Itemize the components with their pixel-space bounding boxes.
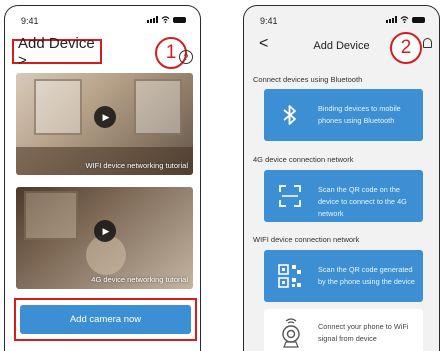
status-time: 9:41 [260,16,278,26]
wifi-connect-card[interactable]: Connect your phone to WiFi signal from d… [264,309,423,351]
add-device-title[interactable]: Add Device > [12,35,102,69]
4g-tutorial-video[interactable]: ▶ 4G device networking tutorial [16,187,193,289]
section-heading-bluetooth: Connect devices using Bluetooth [253,75,363,84]
wifi-tutorial-video[interactable]: ▶ WIFI device networking tutorial [16,73,193,175]
video-caption: WIFI device networking tutorial [85,161,188,170]
wifi-icon [161,16,170,23]
add-camera-highlight: Add camera now [14,298,197,341]
card-text: Binding devices to mobile phones using B… [318,104,401,125]
status-time: 9:41 [21,16,39,26]
signal-icon [147,16,158,23]
window-image [34,79,82,135]
battery-icon [412,16,425,23]
window-image [134,79,182,135]
help-icon[interactable]: ? [179,50,193,64]
window-image [24,191,78,240]
video-caption: 4G device networking tutorial [91,275,188,284]
battery-icon [173,16,186,23]
phone-screen-device-list: 9:41 < Add Device 2 Connect devices usin… [243,5,440,351]
bluetooth-icon [283,105,296,125]
qr-code-icon [278,264,301,288]
card-text: Scan the QR code on the device to connec… [318,185,407,218]
wifi-qr-card[interactable]: Scan the QR code generated by the phone … [264,250,423,302]
bluetooth-binding-card[interactable]: Binding devices to mobile phones using B… [264,89,423,141]
scan-icon [279,185,301,207]
status-bar: 9:41 [5,6,200,32]
bell-icon[interactable] [423,38,432,48]
signal-icon [386,16,397,23]
status-bar: 9:41 [244,6,439,32]
play-icon[interactable]: ▶ [94,220,116,242]
card-text: Connect your phone to WiFi signal from d… [318,322,409,343]
camera-wifi-icon [282,318,300,348]
wifi-icon [400,16,409,23]
section-heading-4g: 4G device connection network [253,155,354,164]
step-badge-2: 2 [390,32,422,64]
4g-scan-card[interactable]: Scan the QR code on the device to connec… [264,170,423,222]
add-camera-button[interactable]: Add camera now [20,305,191,334]
section-heading-wifi: WIFI device connection network [253,235,360,244]
card-text: Scan the QR code generated by the phone … [318,265,415,286]
phone-screen-add-device: 9:41 Add Device > 1 ? ▶ WIFI device netw… [4,5,201,351]
page-title: Add Device > [18,34,95,69]
play-icon[interactable]: ▶ [94,106,116,128]
